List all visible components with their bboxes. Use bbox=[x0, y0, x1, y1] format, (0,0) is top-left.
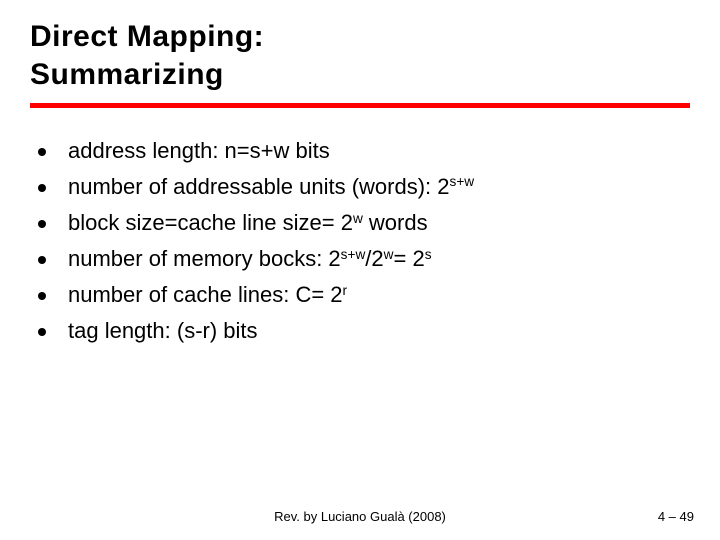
bullet-icon bbox=[38, 220, 46, 228]
bullet-icon bbox=[38, 148, 46, 156]
footer-attribution: Rev. by Luciano Gualà (2008) bbox=[0, 509, 720, 524]
footer-page-number: 4 – 49 bbox=[658, 509, 694, 524]
bullet-icon bbox=[38, 184, 46, 192]
horizontal-rule bbox=[30, 103, 690, 108]
bullet-list: address length: n=s+w bits number of add… bbox=[30, 134, 690, 349]
bullet-text: number of addressable units (words): 2s+… bbox=[68, 170, 474, 204]
bullet-text: number of memory bocks: 2s+w/2w= 2s bbox=[68, 242, 432, 276]
bullet-text: block size=cache line size= 2w words bbox=[68, 206, 428, 240]
title-line-2: Summarizing bbox=[30, 58, 224, 91]
bullet-icon bbox=[38, 328, 46, 336]
bullet-text: address length: n=s+w bits bbox=[68, 134, 330, 168]
list-item: number of memory bocks: 2s+w/2w= 2s bbox=[38, 242, 690, 276]
list-item: tag length: (s-r) bits bbox=[38, 314, 690, 348]
bullet-text: tag length: (s-r) bits bbox=[68, 314, 258, 348]
bullet-text: number of cache lines: C= 2r bbox=[68, 278, 347, 312]
list-item: address length: n=s+w bits bbox=[38, 134, 690, 168]
bullet-icon bbox=[38, 292, 46, 300]
list-item: number of addressable units (words): 2s+… bbox=[38, 170, 690, 204]
slide-title: Direct Mapping: Summarizing bbox=[30, 18, 690, 93]
bullet-icon bbox=[38, 256, 46, 264]
list-item: number of cache lines: C= 2r bbox=[38, 278, 690, 312]
title-line-1: Direct Mapping: bbox=[30, 20, 264, 53]
list-item: block size=cache line size= 2w words bbox=[38, 206, 690, 240]
